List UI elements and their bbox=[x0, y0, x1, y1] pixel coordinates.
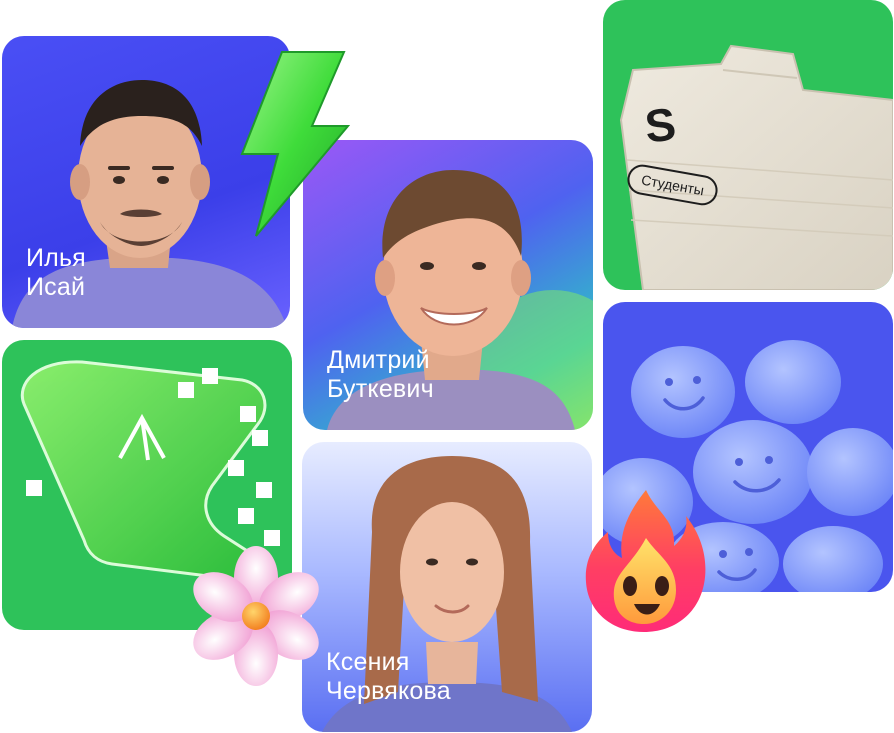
students-letter: S bbox=[642, 97, 679, 153]
flower-icon bbox=[193, 546, 319, 686]
fire-emoji-icon bbox=[585, 490, 706, 632]
speaker-name-ksenia: Ксения Червякова bbox=[326, 648, 451, 705]
speaker-name-dmitry: Дмитрий Буткевич bbox=[327, 346, 434, 403]
students-card: S Студенты bbox=[603, 0, 893, 290]
speaker-name-ilya: Илья Исай bbox=[26, 244, 86, 301]
lightning-bolt-icon bbox=[240, 51, 350, 237]
speaker-card-ksenia: Ксения Червякова bbox=[302, 442, 592, 732]
